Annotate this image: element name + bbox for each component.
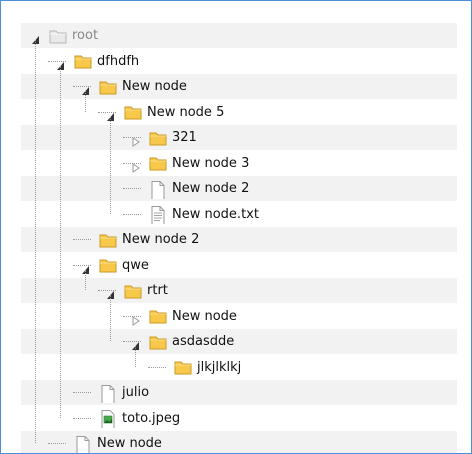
tree-node-label[interactable]: 321 xyxy=(172,125,197,150)
tree-node[interactable]: toto.jpeg xyxy=(99,406,180,431)
collapse-toggle-icon[interactable] xyxy=(131,336,141,350)
tree-connector xyxy=(60,65,61,418)
tree-node[interactable]: julio xyxy=(99,380,149,405)
tree-node-label[interactable]: rtrt xyxy=(147,278,168,303)
collapse-toggle-icon[interactable] xyxy=(56,56,66,70)
tree-node[interactable]: New node.txt xyxy=(149,202,259,227)
tree-connector xyxy=(122,188,141,189)
tree-node[interactable]: 321 xyxy=(149,125,197,150)
tree-node[interactable]: dfhdfh xyxy=(74,49,139,74)
tree-row[interactable] xyxy=(21,100,457,125)
tree-node[interactable]: asdasdde xyxy=(149,329,234,354)
tree-connector xyxy=(85,269,86,290)
folder-icon xyxy=(124,104,142,120)
file-tree: root dfhdfh New node New node 5 321 New node … xyxy=(1,1,471,453)
tree-connector xyxy=(72,239,91,240)
tree-row[interactable] xyxy=(21,278,457,303)
tree-node[interactable]: jlkjlklkj xyxy=(174,355,241,380)
tree-node[interactable]: New node xyxy=(99,74,187,99)
text-file-icon xyxy=(149,204,167,224)
tree-node-label[interactable]: julio xyxy=(122,380,149,405)
folder-icon xyxy=(149,308,167,324)
collapse-toggle-icon[interactable] xyxy=(106,107,116,121)
tree-row[interactable] xyxy=(21,329,457,354)
tree-node-label[interactable]: New node 3 xyxy=(172,151,249,176)
tree-node-label[interactable]: root xyxy=(72,23,98,48)
tree-node[interactable]: New node 3 xyxy=(149,151,249,176)
tree-connector xyxy=(147,366,166,368)
tree-node[interactable]: New node xyxy=(74,431,162,453)
tree-node-label[interactable]: New node 2 xyxy=(122,227,199,252)
folder-icon xyxy=(149,130,167,146)
tree-row[interactable] xyxy=(21,304,457,329)
tree-panel: root dfhdfh New node New node 5 321 New node … xyxy=(0,0,472,454)
tree-connector xyxy=(122,213,141,215)
expand-toggle-icon[interactable] xyxy=(131,158,141,173)
folder-icon xyxy=(149,334,167,350)
folder-icon xyxy=(74,53,92,69)
tree-node-label[interactable]: toto.jpeg xyxy=(122,406,180,431)
tree-connector xyxy=(35,40,36,443)
tree-node-label[interactable]: qwe xyxy=(122,253,149,278)
expand-toggle-icon[interactable] xyxy=(131,311,141,326)
tree-node[interactable]: root xyxy=(49,23,98,48)
file-icon xyxy=(74,434,92,453)
tree-connector xyxy=(110,295,111,341)
collapse-toggle-icon[interactable] xyxy=(106,285,116,299)
tree-node-label[interactable]: New node xyxy=(122,74,187,99)
tree-node[interactable]: rtrt xyxy=(124,278,168,303)
tree-connector xyxy=(72,417,91,419)
tree-node[interactable]: New node 2 xyxy=(149,176,249,201)
tree-row[interactable] xyxy=(21,125,457,150)
file-icon xyxy=(99,383,117,403)
image-file-icon xyxy=(99,408,117,428)
folder-icon xyxy=(149,155,167,171)
tree-node-label[interactable]: asdasdde xyxy=(172,329,234,354)
tree-connector xyxy=(72,392,91,393)
tree-node[interactable]: New node 5 xyxy=(124,100,224,125)
collapse-toggle-icon[interactable] xyxy=(81,260,91,274)
tree-node[interactable]: New node xyxy=(149,304,237,329)
folder-icon xyxy=(99,79,117,95)
tree-connector xyxy=(135,346,136,367)
tree-node-label[interactable]: dfhdfh xyxy=(97,49,139,74)
tree-connector xyxy=(85,91,86,112)
tree-node-label[interactable]: New node xyxy=(97,431,162,453)
tree-node-label[interactable]: New node.txt xyxy=(172,202,259,227)
tree-node-label[interactable]: New node 5 xyxy=(147,100,224,125)
file-icon xyxy=(149,179,167,199)
folder-icon xyxy=(99,257,117,273)
folder-icon xyxy=(124,283,142,299)
tree-node-label[interactable]: New node xyxy=(172,304,237,329)
expand-toggle-icon[interactable] xyxy=(131,132,141,147)
folder-icon xyxy=(49,28,67,44)
tree-node[interactable]: New node 2 xyxy=(99,227,199,252)
tree-connector xyxy=(110,116,111,214)
folder-icon xyxy=(174,359,192,375)
collapse-toggle-icon[interactable] xyxy=(31,30,41,44)
collapse-toggle-icon[interactable] xyxy=(81,81,91,95)
tree-node-label[interactable]: New node 2 xyxy=(172,176,249,201)
tree-node[interactable]: qwe xyxy=(99,253,149,278)
folder-icon xyxy=(99,232,117,248)
tree-node-label[interactable]: jlkjlklkj xyxy=(197,355,241,380)
tree-connector xyxy=(47,443,66,444)
